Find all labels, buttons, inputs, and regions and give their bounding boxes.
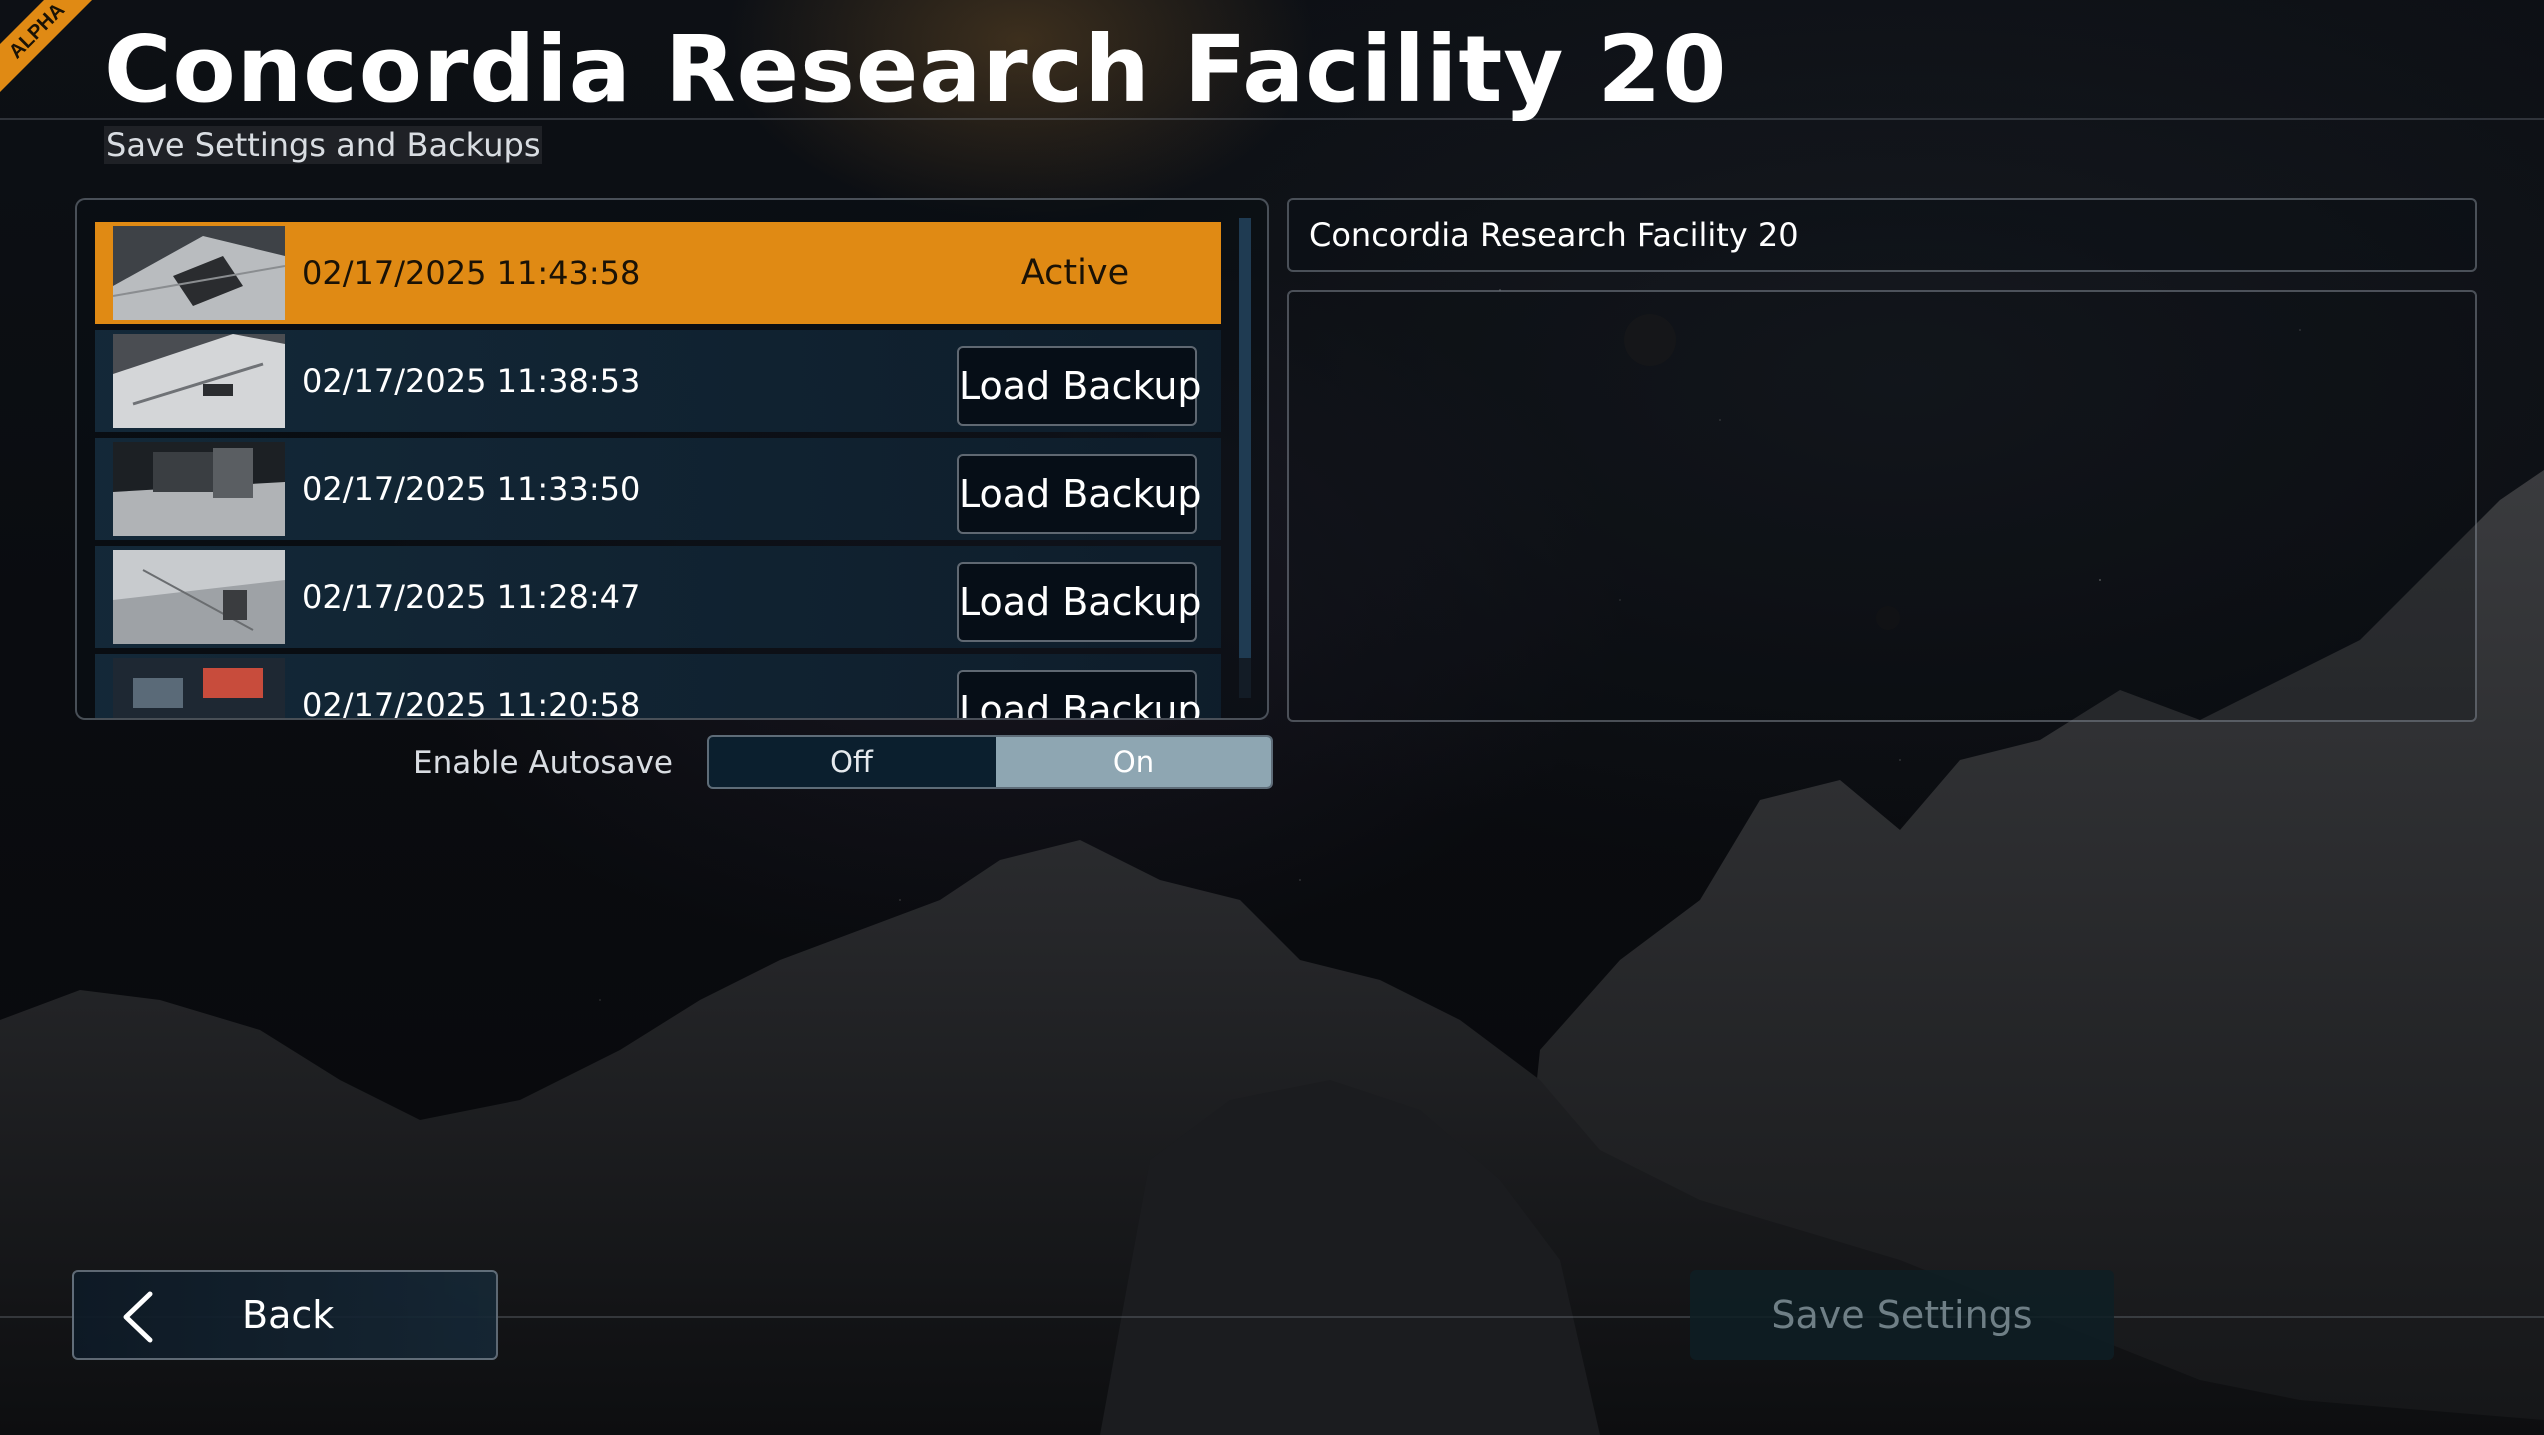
selected-save-name-box: Concordia Research Facility 20 xyxy=(1287,198,2477,272)
save-thumbnail xyxy=(113,658,285,718)
back-button[interactable]: Back xyxy=(72,1270,498,1360)
scrollbar-thumb[interactable] xyxy=(1239,218,1251,658)
load-backup-button[interactable]: Load Backup xyxy=(957,346,1202,426)
backup-row: 02/17/2025 11:38:53 Load Backup xyxy=(95,330,1221,432)
save-thumbnail xyxy=(113,226,285,320)
backup-row-active[interactable]: 02/17/2025 11:43:58 Active xyxy=(95,222,1221,324)
save-thumbnail xyxy=(113,442,285,536)
backup-timestamp: 02/17/2025 11:38:53 xyxy=(302,362,641,400)
autosave-off-option[interactable]: Off xyxy=(709,737,994,787)
load-backup-button[interactable]: Load Backup xyxy=(957,562,1202,642)
active-status-label: Active xyxy=(1020,253,1130,293)
page-subtitle: Save Settings and Backups xyxy=(104,126,543,164)
backup-timestamp: 02/17/2025 11:20:58 xyxy=(302,686,641,720)
autosave-on-option[interactable]: On xyxy=(996,737,1271,787)
backup-timestamp: 02/17/2025 11:33:50 xyxy=(302,470,641,508)
backup-row: 02/17/2025 11:20:58 Load Backup xyxy=(95,654,1221,720)
autosave-label: Enable Autosave xyxy=(413,745,673,781)
page-title: Concordia Research Facility 20 xyxy=(104,16,1728,123)
backup-timestamp: 02/17/2025 11:28:47 xyxy=(302,578,641,616)
back-button-label: Back xyxy=(242,1293,335,1337)
selected-save-name: Concordia Research Facility 20 xyxy=(1309,216,1799,254)
chevron-left-icon xyxy=(123,1291,153,1343)
backup-list: 02/17/2025 11:43:58 Active 02/17/2025 11… xyxy=(75,198,1269,720)
load-backup-button[interactable]: Load Backup xyxy=(957,454,1202,534)
backup-row: 02/17/2025 11:33:50 Load Backup xyxy=(95,438,1221,540)
save-settings-button[interactable]: Save Settings xyxy=(1690,1270,2114,1360)
autosave-toggle[interactable]: Off On xyxy=(707,735,1273,789)
save-details-panel xyxy=(1287,290,2477,722)
backup-timestamp: 02/17/2025 11:43:58 xyxy=(302,254,641,292)
backup-row: 02/17/2025 11:28:47 Load Backup xyxy=(95,546,1221,648)
save-thumbnail xyxy=(113,550,285,644)
load-backup-button[interactable]: Load Backup xyxy=(957,670,1202,718)
save-settings-screen: ALPHA Concordia Research Facility 20 Sav… xyxy=(0,0,2544,1435)
save-thumbnail xyxy=(113,334,285,428)
